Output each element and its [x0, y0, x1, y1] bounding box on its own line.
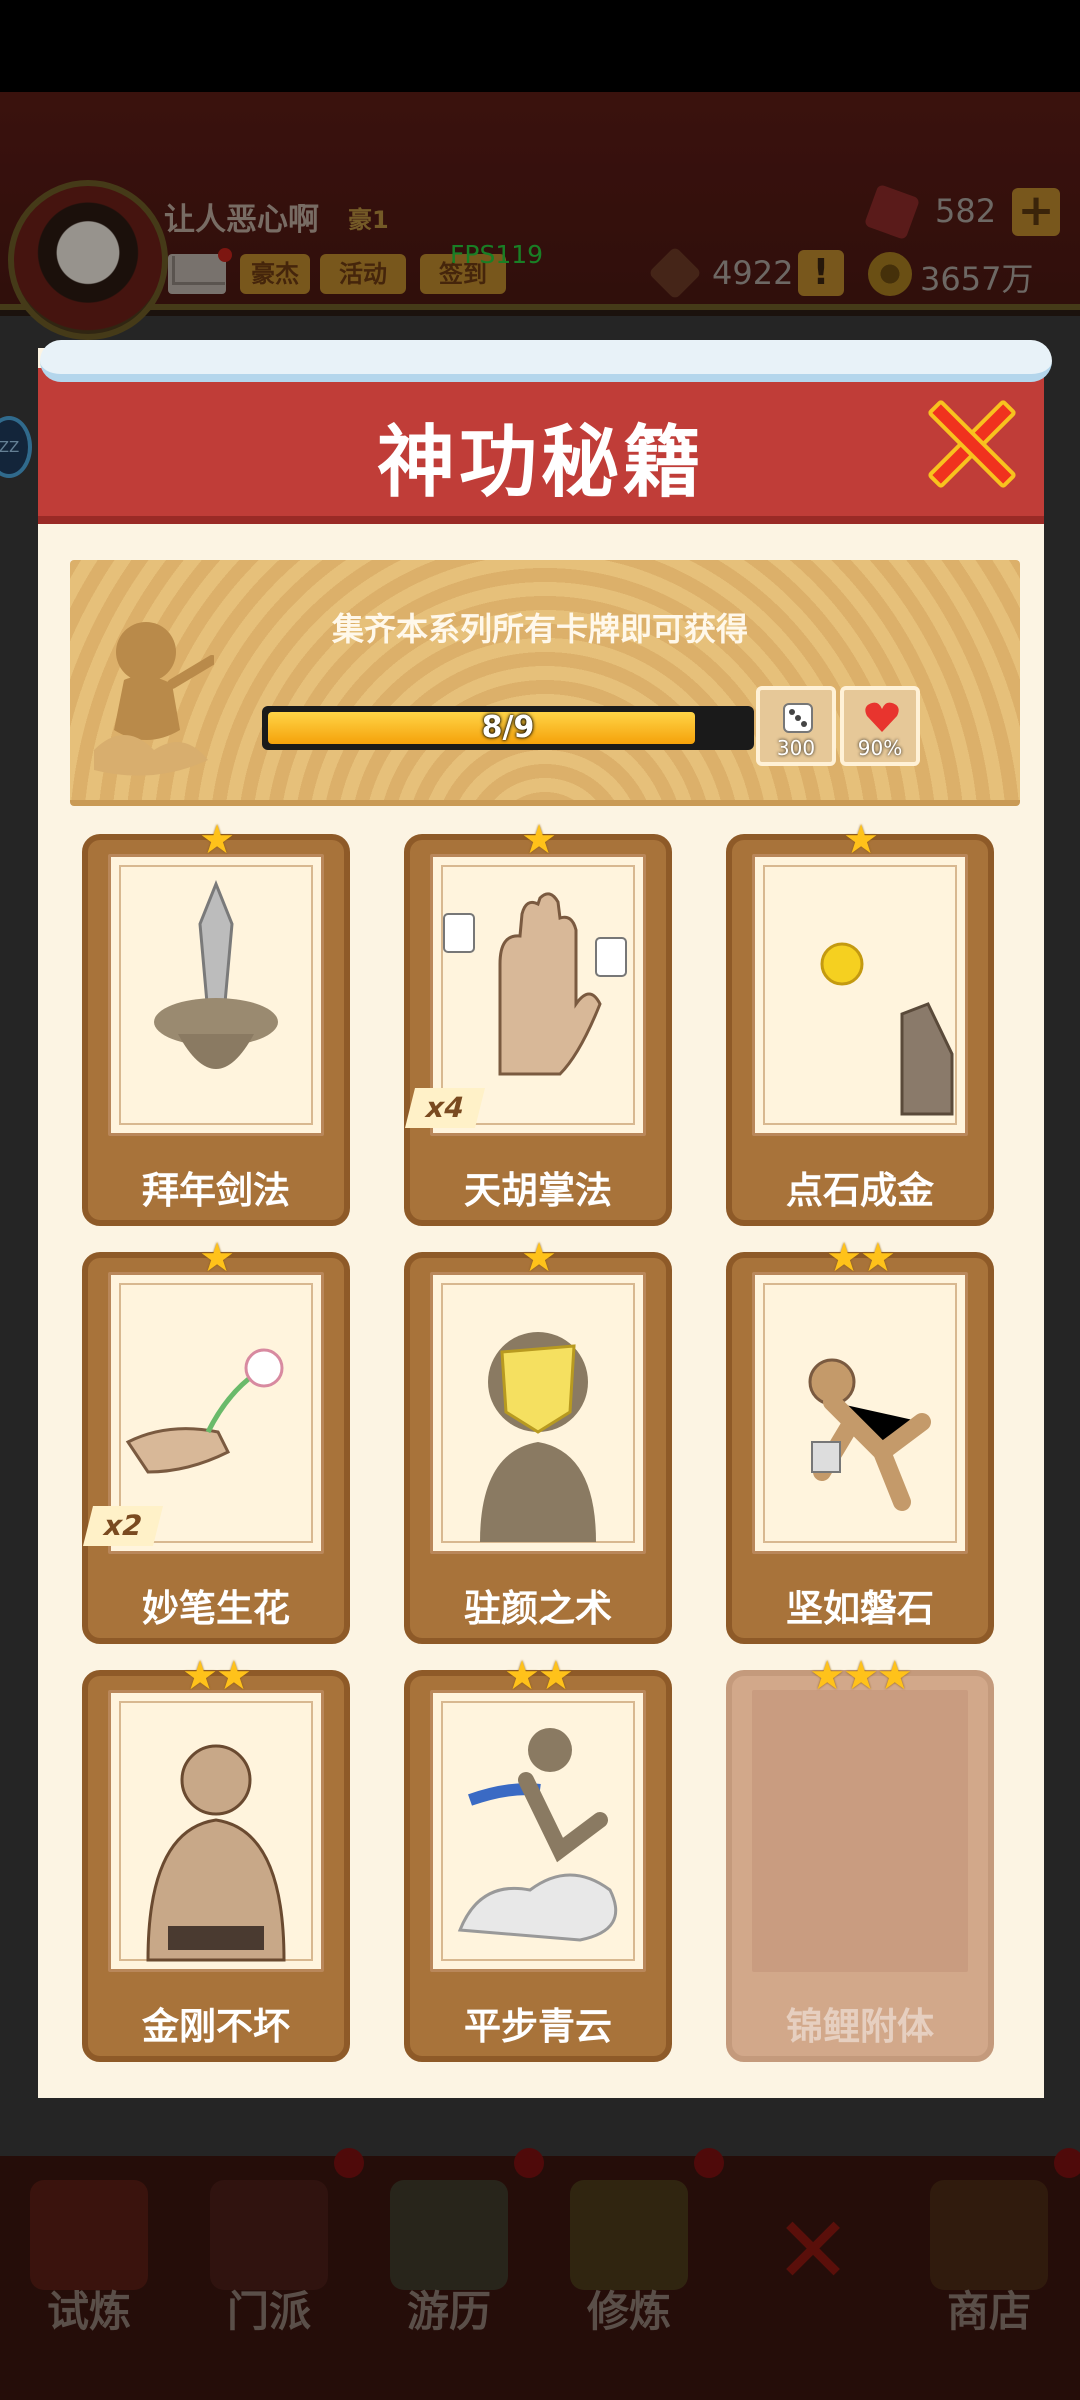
card-label: 妙笔生花: [142, 1587, 290, 1630]
card-count-badge: x2: [83, 1506, 163, 1546]
card-label: 平步青云: [464, 2005, 612, 2048]
card-count-badge: x4: [405, 1088, 485, 1128]
face-mask-icon: [480, 1332, 596, 1542]
heart-icon: [865, 702, 899, 732]
muscle-man-icon: [146, 1744, 286, 1962]
card-1[interactable]: ★ 拜年剑法: [82, 820, 350, 1226]
stone-man-icon: [808, 1358, 931, 1511]
close-button[interactable]: [922, 396, 1018, 490]
card-stars: ★: [199, 817, 235, 863]
card-stars: ★★: [826, 1235, 896, 1281]
card-label: 锦鲤附体: [786, 2005, 934, 2048]
card-6[interactable]: ★★ 坚如磐石: [726, 1238, 994, 1644]
card-stars: ★: [521, 817, 557, 863]
card-paper: [752, 1690, 968, 1972]
card-stars: ★★: [504, 1653, 574, 1699]
cloud-rider-icon: [457, 1728, 618, 1942]
card-label: 坚如磐石: [786, 1587, 934, 1630]
card-label: 天胡掌法: [464, 1169, 612, 1212]
card-stars: ★: [521, 1235, 557, 1281]
card-5[interactable]: ★ 驻颜之术: [404, 1238, 672, 1644]
banner-text: 集齐本系列所有卡牌即可获得: [331, 610, 748, 648]
reward-heart[interactable]: 90%: [840, 686, 920, 766]
status-bar: [0, 0, 1080, 92]
card-stars: ★★: [182, 1653, 252, 1699]
card-stars: ★: [199, 1235, 235, 1281]
reward-dice[interactable]: 300: [756, 686, 836, 766]
card-label: 驻颜之术: [464, 1587, 612, 1630]
progress-label: 8/9: [481, 710, 535, 745]
card-2[interactable]: x4 ★ 天胡掌法: [404, 820, 672, 1226]
card-9-locked[interactable]: ★★★ 锦鲤附体: [726, 1656, 994, 2062]
card-7[interactable]: ★★ 金刚不坏: [82, 1656, 350, 2062]
card-8[interactable]: ★★ 平步青云: [404, 1656, 672, 2062]
card-label: 金刚不坏: [142, 2005, 290, 2048]
modal-title: 神功秘籍: [376, 418, 705, 508]
card-4[interactable]: x2 ★ 妙笔生花: [82, 1238, 350, 1644]
dice-icon: [783, 703, 813, 733]
card-3[interactable]: ★ 点石成金: [726, 820, 994, 1226]
card-label: 点石成金: [786, 1169, 934, 1212]
card-label: 拜年剑法: [142, 1169, 290, 1212]
card-stars: ★★★: [809, 1653, 913, 1699]
card-stars: ★: [843, 817, 879, 863]
sword-icon: [154, 879, 278, 1069]
gold-finger-icon: [820, 942, 954, 1116]
snow-decoration: [40, 340, 1052, 382]
reward-value: 300: [776, 736, 816, 760]
reward-value: 90%: [857, 736, 903, 760]
